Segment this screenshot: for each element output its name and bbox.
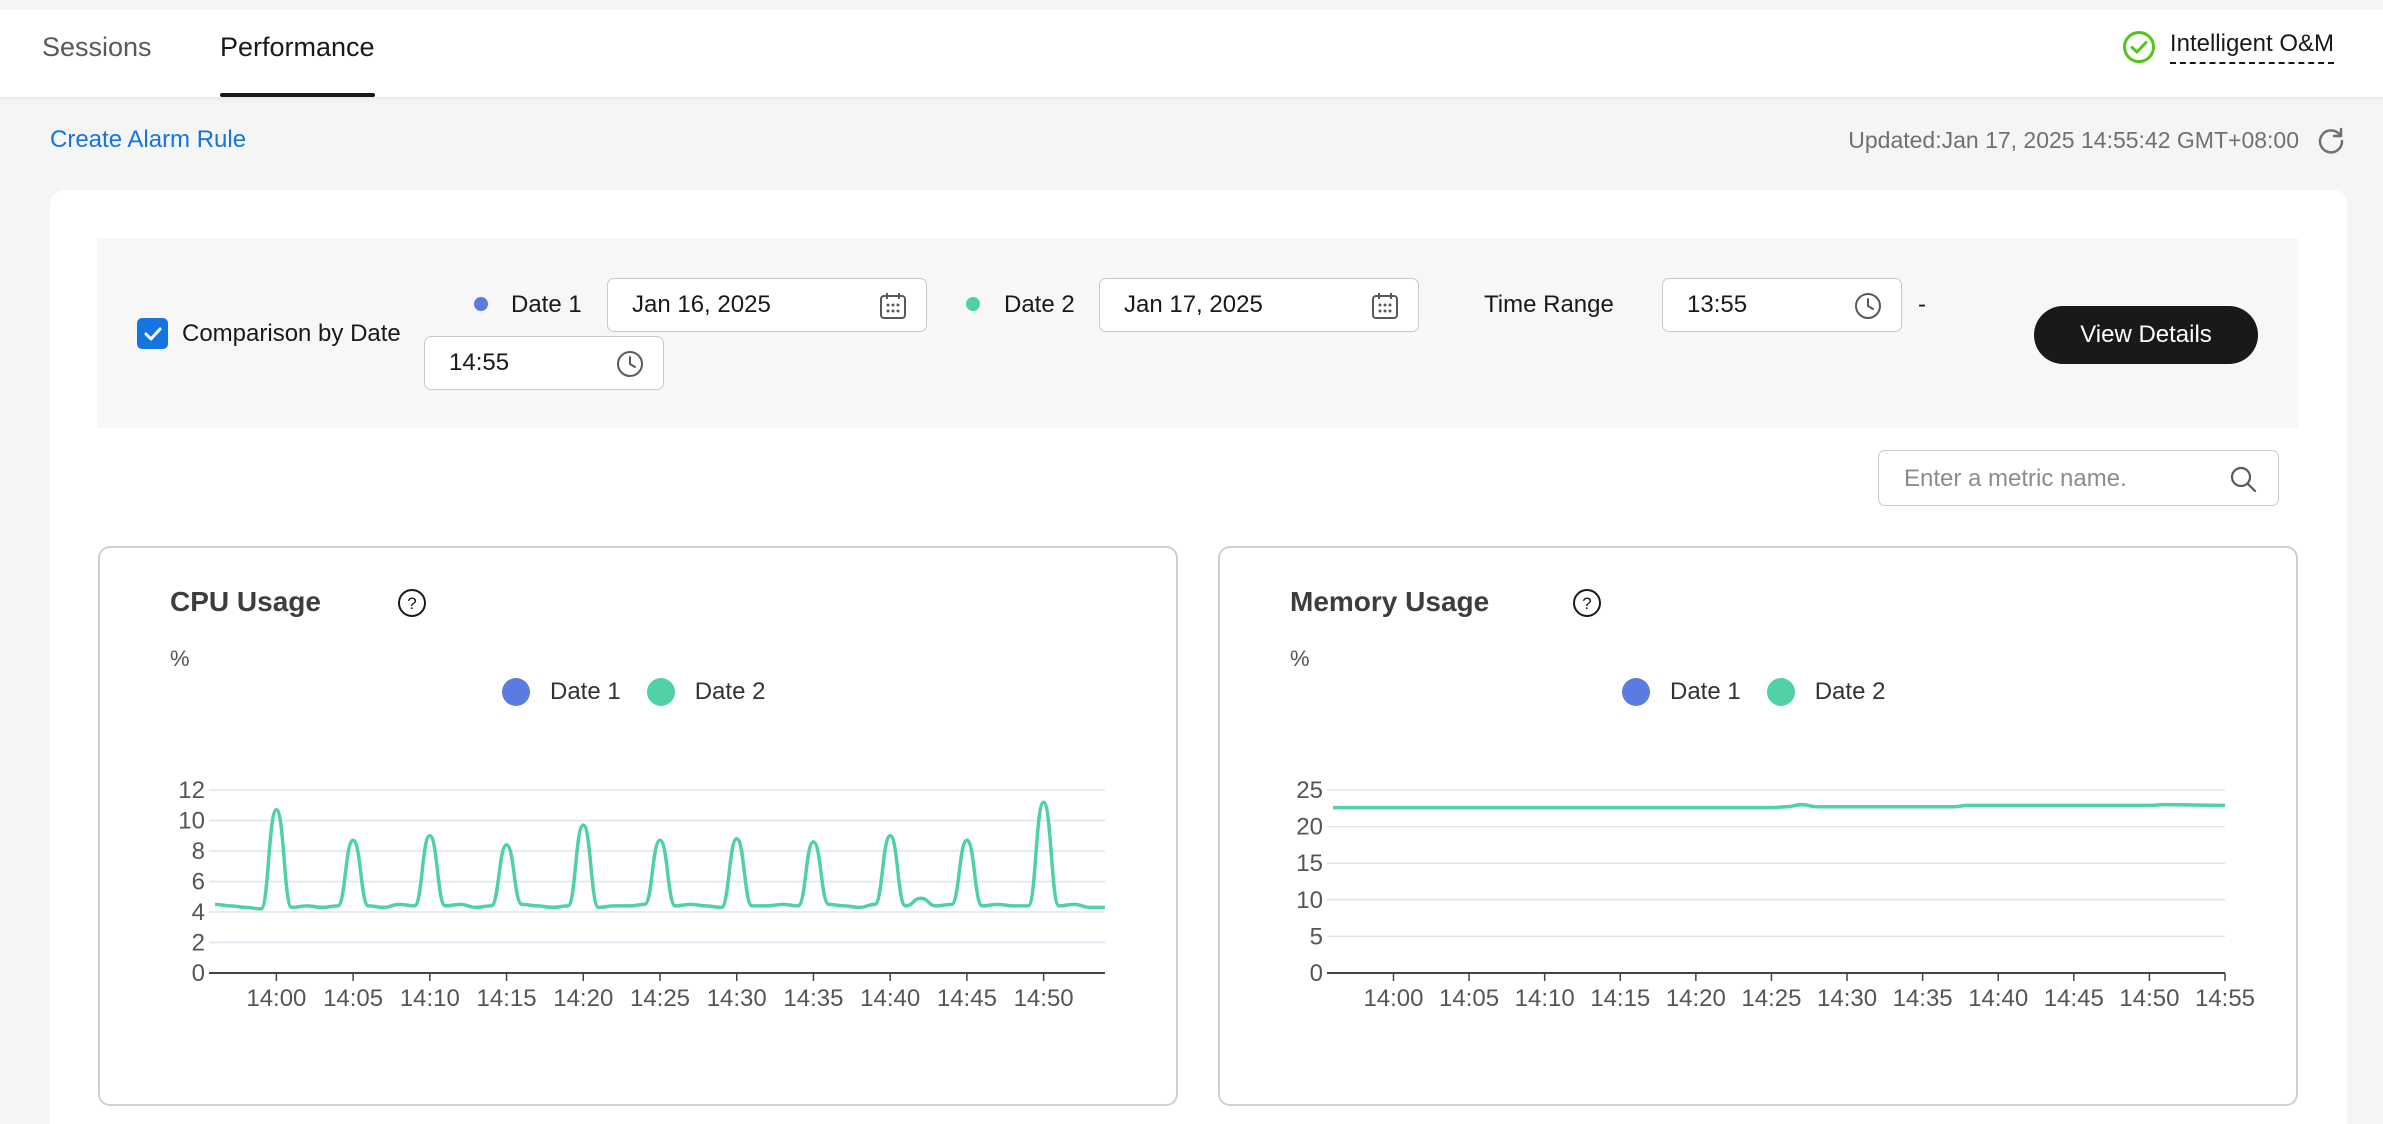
x-tick-label: 14:55 — [2195, 985, 2255, 1012]
time-start-value: 13:55 — [1687, 291, 1748, 318]
y-tick-label: 8 — [192, 838, 205, 865]
y-tick-label: 6 — [192, 869, 205, 896]
y-tick-label: 5 — [1310, 923, 1323, 950]
series-line-date2 — [1333, 802, 2226, 810]
y-tick-label: 0 — [192, 960, 205, 987]
x-tick-label: 14:35 — [1893, 985, 1953, 1012]
time-end-picker[interactable]: 14:55 — [424, 336, 664, 390]
y-tick-label: 20 — [1296, 814, 1323, 841]
x-tick-label: 14:35 — [783, 985, 843, 1012]
x-tick-label: 14:25 — [630, 985, 690, 1012]
memory-usage-chart: Memory Usage ? % Date 1 Date 2 0 5 10 15 20 2… — [1218, 546, 2298, 1106]
date2-value: Jan 17, 2025 — [1124, 291, 1263, 318]
date1-value: Jan 16, 2025 — [632, 291, 771, 318]
time-range-label: Time Range — [1484, 291, 1614, 318]
date1-label: Date 1 — [511, 291, 582, 318]
date1-picker[interactable]: Jan 16, 2025 — [607, 278, 927, 332]
date2-label: Date 2 — [1004, 291, 1075, 318]
cpu-usage-chart: CPU Usage ? % Date 1 Date 2 0 2 4 6 8 10 12 14:… — [98, 546, 1178, 1106]
time-range-separator: - — [1918, 291, 1926, 318]
y-tick-label: 12 — [178, 777, 205, 804]
time-start-picker[interactable]: 13:55 — [1662, 278, 1902, 332]
y-tick-label: 2 — [192, 930, 205, 957]
clock-icon — [1855, 293, 1881, 319]
tab-performance[interactable]: Performance — [220, 32, 375, 97]
x-tick-label: 14:15 — [477, 985, 537, 1012]
x-tick-label: 14:20 — [1666, 985, 1726, 1012]
clock-icon — [617, 351, 643, 377]
updated-timestamp: Updated:Jan 17, 2025 14:55:42 GMT+08:00 — [1848, 127, 2299, 153]
x-tick-label: 14:10 — [1515, 985, 1575, 1012]
cpu-chart-plot: 0 2 4 6 8 10 12 14:00 14:05 14:10 14:15 14:20 14:25 1… — [178, 777, 1105, 1012]
x-tick-label: 14:30 — [1817, 985, 1877, 1012]
y-tick-label: 15 — [1296, 850, 1323, 877]
x-tick-label: 14:50 — [1014, 985, 1074, 1012]
time-end-value: 14:55 — [449, 349, 510, 376]
y-tick-label: 10 — [178, 808, 205, 835]
search-icon[interactable] — [2228, 464, 2258, 494]
check-icon — [144, 327, 161, 340]
search-placeholder: Enter a metric name. — [1904, 465, 2127, 492]
check-circle-icon — [2122, 31, 2155, 63]
comparison-label: Comparison by Date — [182, 319, 401, 347]
date2-dot — [966, 297, 980, 311]
filter-panel: Comparison by Date Date 1 Jan 16, 2025 D… — [97, 238, 2298, 428]
x-tick-label: 14:10 — [400, 985, 460, 1012]
intelligent-om-link[interactable]: Intelligent O&M — [2122, 30, 2334, 64]
x-tick-label: 14:20 — [553, 985, 613, 1012]
y-tick-label: 25 — [1296, 777, 1323, 804]
intelligent-om-label: Intelligent O&M — [2169, 30, 2334, 64]
comparison-checkbox[interactable] — [137, 318, 168, 349]
date1-dot — [474, 297, 488, 311]
x-tick-label: 14:45 — [2044, 985, 2104, 1012]
metric-search-input[interactable]: Enter a metric name. — [1878, 450, 2279, 506]
x-tick-label: 14:40 — [860, 985, 920, 1012]
x-tick-label: 14:40 — [1968, 985, 2028, 1012]
y-tick-label: 10 — [1296, 887, 1323, 914]
performance-card: Comparison by Date Date 1 Jan 16, 2025 D… — [50, 190, 2347, 1124]
date2-picker[interactable]: Jan 17, 2025 — [1099, 278, 1419, 332]
calendar-icon — [1372, 293, 1398, 319]
calendar-icon — [880, 293, 906, 319]
x-tick-label: 14:25 — [1741, 985, 1801, 1012]
x-tick-label: 14:15 — [1590, 985, 1650, 1012]
y-tick-label: 0 — [1310, 960, 1323, 987]
x-tick-label: 14:50 — [2119, 985, 2179, 1012]
x-tick-label: 14:05 — [323, 985, 383, 1012]
refresh-icon[interactable] — [2315, 124, 2347, 156]
x-tick-label: 14:00 — [246, 985, 306, 1012]
comparison-by-date[interactable]: Comparison by Date — [137, 318, 401, 349]
create-alarm-rule-link[interactable]: Create Alarm Rule — [50, 126, 246, 154]
x-tick-label: 14:00 — [1363, 985, 1423, 1012]
view-details-button[interactable]: View Details — [2034, 306, 2258, 364]
top-tab-bar: Sessions Performance Intelligent O&M — [0, 10, 2383, 98]
tab-sessions[interactable]: Sessions — [42, 32, 152, 94]
x-tick-label: 14:05 — [1439, 985, 1499, 1012]
x-tick-label: 14:30 — [707, 985, 767, 1012]
memory-chart-plot: 0 5 10 15 20 25 14:00 14:05 14:10 14:15 14:20 14:25… — [1296, 777, 2255, 1012]
y-tick-label: 4 — [192, 899, 205, 926]
series-line-date2 — [214, 800, 1105, 911]
x-tick-label: 14:45 — [937, 985, 997, 1012]
